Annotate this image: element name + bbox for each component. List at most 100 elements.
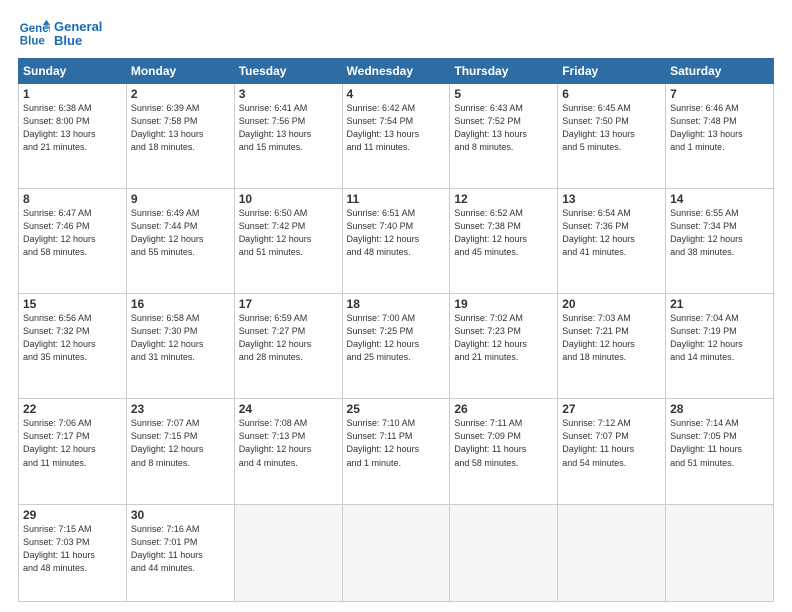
day-cell: 16 Sunrise: 6:58 AM Sunset: 7:30 PM Dayl… xyxy=(126,294,234,399)
day-number: 3 xyxy=(239,87,338,101)
day-cell: 2 Sunrise: 6:39 AM Sunset: 7:58 PM Dayli… xyxy=(126,84,234,189)
calendar-row: 8 Sunrise: 6:47 AM Sunset: 7:46 PM Dayli… xyxy=(19,189,774,294)
day-number: 17 xyxy=(239,297,338,311)
day-cell: 23 Sunrise: 7:07 AM Sunset: 7:15 PM Dayl… xyxy=(126,399,234,504)
empty-cell xyxy=(450,504,558,602)
logo-general: General xyxy=(54,20,102,34)
day-cell: 3 Sunrise: 6:41 AM Sunset: 7:56 PM Dayli… xyxy=(234,84,342,189)
day-cell: 19 Sunrise: 7:02 AM Sunset: 7:23 PM Dayl… xyxy=(450,294,558,399)
col-thursday: Thursday xyxy=(450,59,558,84)
day-number: 21 xyxy=(670,297,769,311)
day-info: Sunrise: 7:04 AM Sunset: 7:19 PM Dayligh… xyxy=(670,312,769,364)
day-number: 1 xyxy=(23,87,122,101)
day-info: Sunrise: 7:03 AM Sunset: 7:21 PM Dayligh… xyxy=(562,312,661,364)
col-monday: Monday xyxy=(126,59,234,84)
day-info: Sunrise: 7:08 AM Sunset: 7:13 PM Dayligh… xyxy=(239,417,338,469)
day-cell: 30 Sunrise: 7:16 AM Sunset: 7:01 PM Dayl… xyxy=(126,504,234,602)
day-number: 25 xyxy=(347,402,446,416)
day-cell: 18 Sunrise: 7:00 AM Sunset: 7:25 PM Dayl… xyxy=(342,294,450,399)
empty-cell xyxy=(666,504,774,602)
empty-cell xyxy=(342,504,450,602)
svg-text:Blue: Blue xyxy=(20,36,46,48)
col-sunday: Sunday xyxy=(19,59,127,84)
day-cell: 15 Sunrise: 6:56 AM Sunset: 7:32 PM Dayl… xyxy=(19,294,127,399)
day-cell: 14 Sunrise: 6:55 AM Sunset: 7:34 PM Dayl… xyxy=(666,189,774,294)
day-info: Sunrise: 7:15 AM Sunset: 7:03 PM Dayligh… xyxy=(23,523,122,575)
day-number: 13 xyxy=(562,192,661,206)
day-cell: 22 Sunrise: 7:06 AM Sunset: 7:17 PM Dayl… xyxy=(19,399,127,504)
day-info: Sunrise: 7:14 AM Sunset: 7:05 PM Dayligh… xyxy=(670,417,769,469)
day-cell: 17 Sunrise: 6:59 AM Sunset: 7:27 PM Dayl… xyxy=(234,294,342,399)
day-number: 15 xyxy=(23,297,122,311)
calendar-row: 15 Sunrise: 6:56 AM Sunset: 7:32 PM Dayl… xyxy=(19,294,774,399)
calendar-row: 22 Sunrise: 7:06 AM Sunset: 7:17 PM Dayl… xyxy=(19,399,774,504)
day-cell: 26 Sunrise: 7:11 AM Sunset: 7:09 PM Dayl… xyxy=(450,399,558,504)
logo: General Blue General Blue xyxy=(18,18,102,50)
empty-cell xyxy=(234,504,342,602)
day-number: 9 xyxy=(131,192,230,206)
day-number: 12 xyxy=(454,192,553,206)
day-number: 14 xyxy=(670,192,769,206)
day-number: 22 xyxy=(23,402,122,416)
calendar-row: 1 Sunrise: 6:38 AM Sunset: 8:00 PM Dayli… xyxy=(19,84,774,189)
day-info: Sunrise: 6:52 AM Sunset: 7:38 PM Dayligh… xyxy=(454,207,553,259)
day-info: Sunrise: 7:00 AM Sunset: 7:25 PM Dayligh… xyxy=(347,312,446,364)
day-cell: 6 Sunrise: 6:45 AM Sunset: 7:50 PM Dayli… xyxy=(558,84,666,189)
day-number: 29 xyxy=(23,508,122,522)
day-info: Sunrise: 6:38 AM Sunset: 8:00 PM Dayligh… xyxy=(23,102,122,154)
day-number: 8 xyxy=(23,192,122,206)
day-info: Sunrise: 7:12 AM Sunset: 7:07 PM Dayligh… xyxy=(562,417,661,469)
day-cell: 21 Sunrise: 7:04 AM Sunset: 7:19 PM Dayl… xyxy=(666,294,774,399)
day-cell: 5 Sunrise: 6:43 AM Sunset: 7:52 PM Dayli… xyxy=(450,84,558,189)
day-number: 24 xyxy=(239,402,338,416)
calendar-row: 29 Sunrise: 7:15 AM Sunset: 7:03 PM Dayl… xyxy=(19,504,774,602)
day-cell: 24 Sunrise: 7:08 AM Sunset: 7:13 PM Dayl… xyxy=(234,399,342,504)
day-info: Sunrise: 6:46 AM Sunset: 7:48 PM Dayligh… xyxy=(670,102,769,154)
day-info: Sunrise: 6:49 AM Sunset: 7:44 PM Dayligh… xyxy=(131,207,230,259)
day-number: 11 xyxy=(347,192,446,206)
day-info: Sunrise: 6:42 AM Sunset: 7:54 PM Dayligh… xyxy=(347,102,446,154)
logo-blue: Blue xyxy=(54,34,102,48)
day-info: Sunrise: 7:16 AM Sunset: 7:01 PM Dayligh… xyxy=(131,523,230,575)
day-number: 4 xyxy=(347,87,446,101)
day-info: Sunrise: 6:55 AM Sunset: 7:34 PM Dayligh… xyxy=(670,207,769,259)
page: General Blue General Blue Sunday Monday … xyxy=(0,0,792,612)
empty-cell xyxy=(558,504,666,602)
col-tuesday: Tuesday xyxy=(234,59,342,84)
day-number: 28 xyxy=(670,402,769,416)
day-cell: 29 Sunrise: 7:15 AM Sunset: 7:03 PM Dayl… xyxy=(19,504,127,602)
day-info: Sunrise: 7:06 AM Sunset: 7:17 PM Dayligh… xyxy=(23,417,122,469)
day-cell: 12 Sunrise: 6:52 AM Sunset: 7:38 PM Dayl… xyxy=(450,189,558,294)
day-number: 26 xyxy=(454,402,553,416)
day-cell: 20 Sunrise: 7:03 AM Sunset: 7:21 PM Dayl… xyxy=(558,294,666,399)
logo-icon: General Blue xyxy=(18,18,50,50)
col-wednesday: Wednesday xyxy=(342,59,450,84)
day-info: Sunrise: 6:51 AM Sunset: 7:40 PM Dayligh… xyxy=(347,207,446,259)
day-cell: 4 Sunrise: 6:42 AM Sunset: 7:54 PM Dayli… xyxy=(342,84,450,189)
day-number: 18 xyxy=(347,297,446,311)
day-cell: 8 Sunrise: 6:47 AM Sunset: 7:46 PM Dayli… xyxy=(19,189,127,294)
day-number: 16 xyxy=(131,297,230,311)
calendar-table: Sunday Monday Tuesday Wednesday Thursday… xyxy=(18,58,774,602)
day-number: 20 xyxy=(562,297,661,311)
day-number: 10 xyxy=(239,192,338,206)
day-info: Sunrise: 6:43 AM Sunset: 7:52 PM Dayligh… xyxy=(454,102,553,154)
col-saturday: Saturday xyxy=(666,59,774,84)
day-info: Sunrise: 6:45 AM Sunset: 7:50 PM Dayligh… xyxy=(562,102,661,154)
day-cell: 1 Sunrise: 6:38 AM Sunset: 8:00 PM Dayli… xyxy=(19,84,127,189)
day-number: 6 xyxy=(562,87,661,101)
day-info: Sunrise: 6:47 AM Sunset: 7:46 PM Dayligh… xyxy=(23,207,122,259)
day-cell: 13 Sunrise: 6:54 AM Sunset: 7:36 PM Dayl… xyxy=(558,189,666,294)
day-number: 2 xyxy=(131,87,230,101)
day-info: Sunrise: 6:58 AM Sunset: 7:30 PM Dayligh… xyxy=(131,312,230,364)
day-cell: 25 Sunrise: 7:10 AM Sunset: 7:11 PM Dayl… xyxy=(342,399,450,504)
day-info: Sunrise: 7:10 AM Sunset: 7:11 PM Dayligh… xyxy=(347,417,446,469)
calendar-header-row: Sunday Monday Tuesday Wednesday Thursday… xyxy=(19,59,774,84)
day-number: 27 xyxy=(562,402,661,416)
day-info: Sunrise: 7:02 AM Sunset: 7:23 PM Dayligh… xyxy=(454,312,553,364)
day-number: 5 xyxy=(454,87,553,101)
day-cell: 27 Sunrise: 7:12 AM Sunset: 7:07 PM Dayl… xyxy=(558,399,666,504)
day-info: Sunrise: 6:39 AM Sunset: 7:58 PM Dayligh… xyxy=(131,102,230,154)
day-cell: 11 Sunrise: 6:51 AM Sunset: 7:40 PM Dayl… xyxy=(342,189,450,294)
day-info: Sunrise: 6:54 AM Sunset: 7:36 PM Dayligh… xyxy=(562,207,661,259)
